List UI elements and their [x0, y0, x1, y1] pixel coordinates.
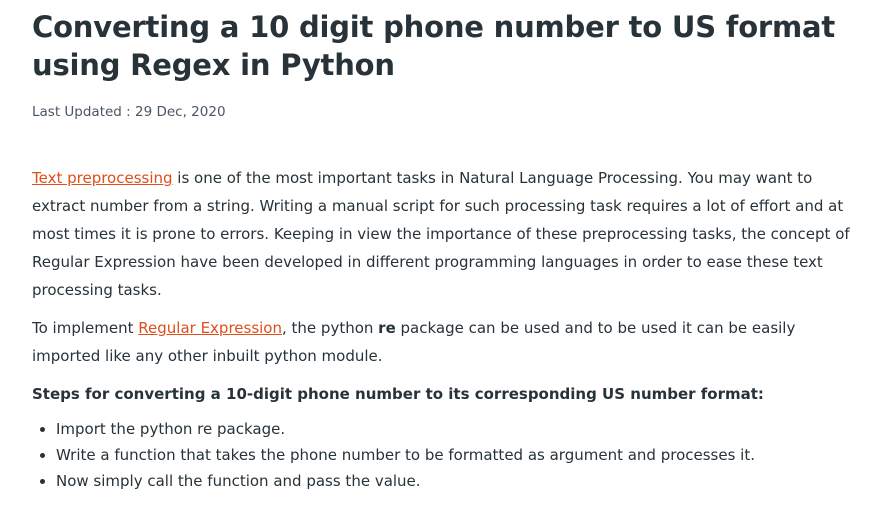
list-item: Write a function that takes the phone nu…	[56, 442, 862, 468]
steps-list: Import the python re package. Write a fu…	[32, 416, 862, 494]
list-item: Now simply call the function and pass th…	[56, 468, 862, 494]
intro-paragraph: Text preprocessing is one of the most im…	[32, 164, 862, 304]
article-title: Converting a 10 digit phone number to US…	[32, 10, 836, 82]
text-preprocessing-link[interactable]: Text preprocessing	[32, 169, 173, 187]
last-updated: Last Updated : 29 Dec, 2020	[32, 104, 226, 120]
regular-expression-link[interactable]: Regular Expression	[138, 319, 282, 337]
list-item: Import the python re package.	[56, 416, 862, 442]
implementation-prefix: To implement	[32, 319, 139, 337]
intro-paragraph-text: is one of the most important tasks in Na…	[32, 169, 850, 299]
article: Converting a 10 digit phone number to US…	[32, 0, 862, 494]
steps-heading: Steps for converting a 10-digit phone nu…	[32, 385, 764, 403]
re-package-name: re	[378, 319, 396, 337]
implementation-paragraph: To implement Regular Expression, the pyt…	[32, 314, 862, 370]
implementation-middle: , the python	[282, 319, 379, 337]
